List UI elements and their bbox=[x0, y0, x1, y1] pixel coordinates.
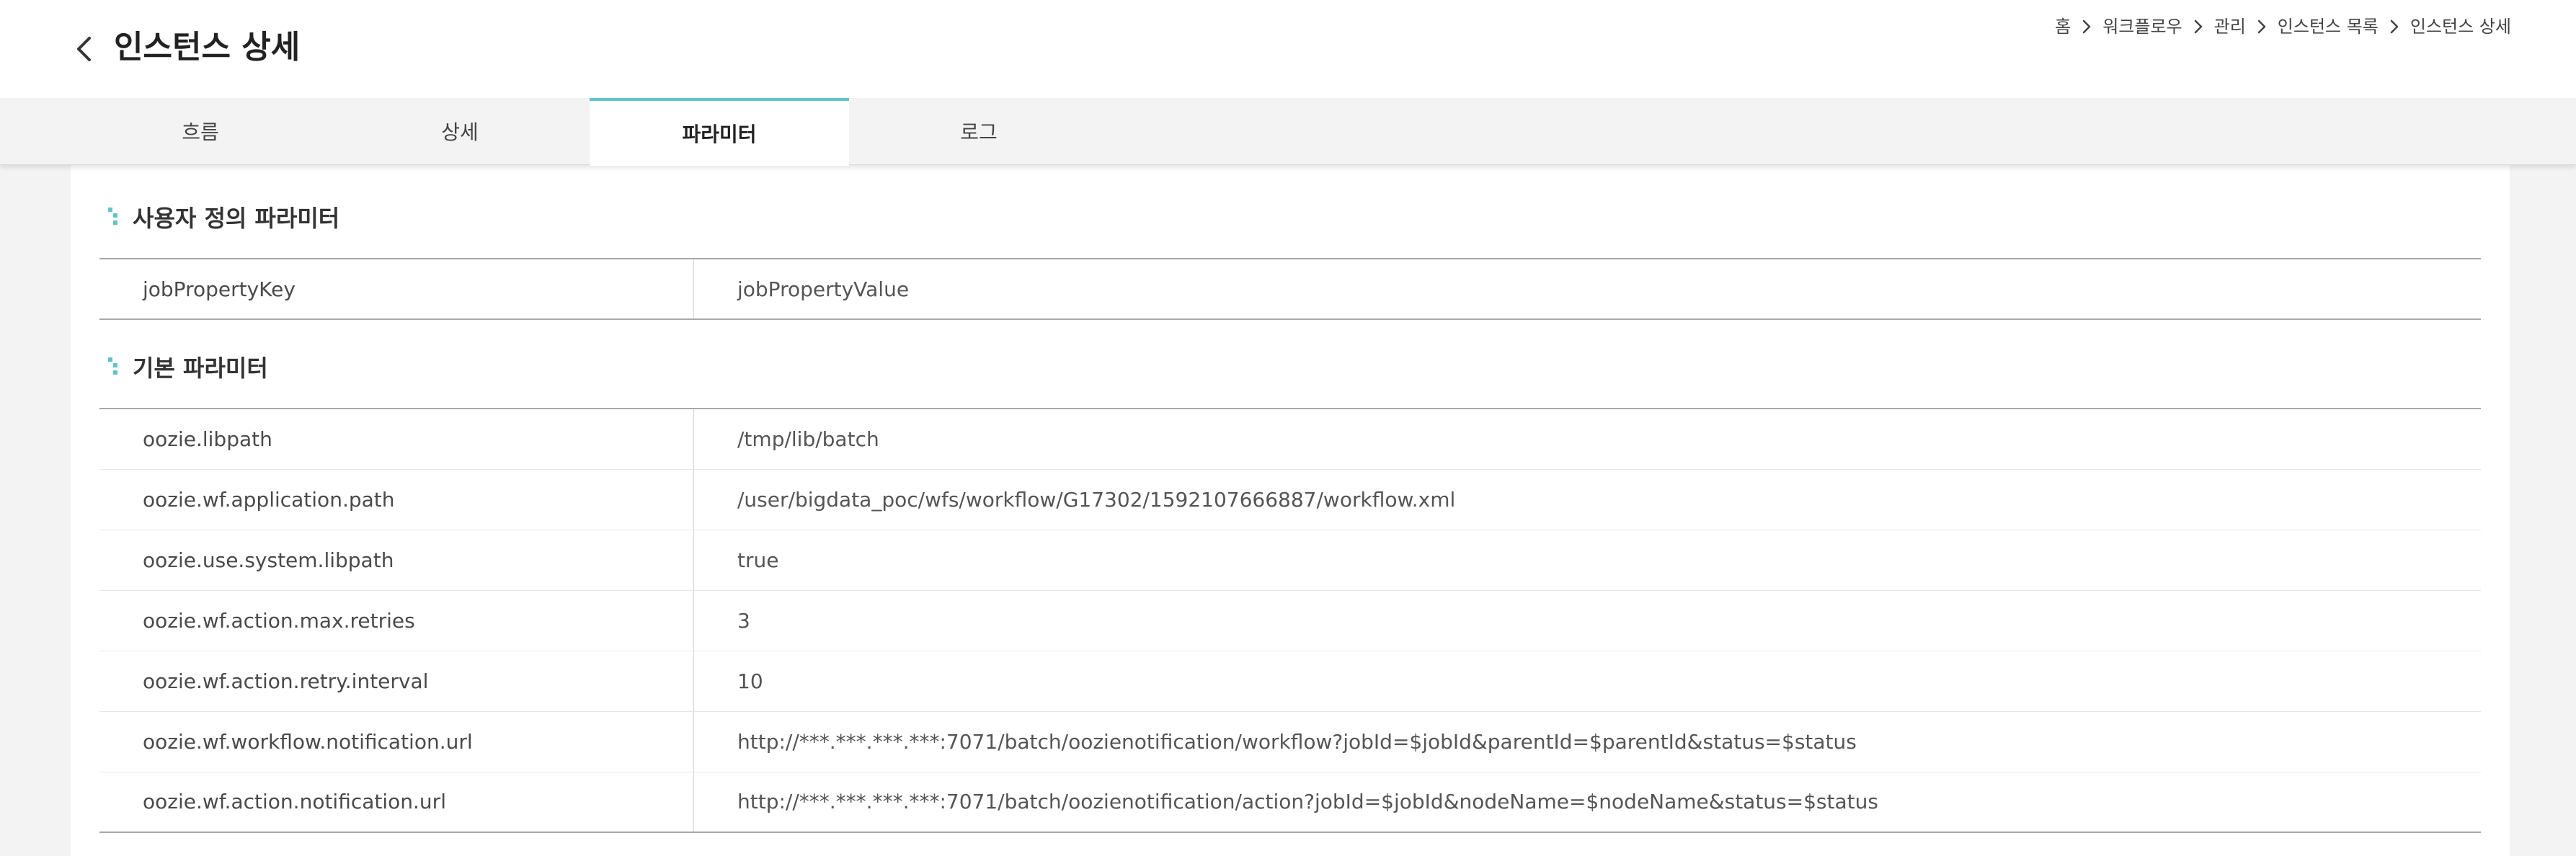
table-row: oozie.wf.workflow.notification.url http:… bbox=[99, 711, 2481, 772]
param-value: http://***.***.***.***:7071/batch/oozien… bbox=[737, 790, 1878, 814]
param-value: /tmp/lib/batch bbox=[693, 409, 2481, 470]
param-value: jobPropertyValue bbox=[737, 277, 910, 301]
tab-detail[interactable]: 상세 bbox=[330, 98, 590, 164]
table-row: oozie.wf.action.retry.interval 10 bbox=[99, 651, 2481, 712]
chevron-right-icon bbox=[2246, 14, 2278, 39]
user-params-section-title: 사용자 정의 파라미터 bbox=[107, 200, 339, 233]
breadcrumb-item-home[interactable]: 홈 bbox=[2055, 14, 2071, 39]
param-key: oozie.wf.application.path bbox=[99, 469, 694, 530]
page-title: 인스턴스 상세 bbox=[114, 29, 301, 66]
table-row: oozie.wf.action.max.retries 3 bbox=[99, 590, 2481, 651]
breadcrumb-item-manage[interactable]: 관리 bbox=[2214, 14, 2246, 39]
chevron-right-icon bbox=[2071, 14, 2102, 39]
param-value: http://***.***.***.***:7071/batch/oozien… bbox=[693, 711, 2481, 772]
param-key: oozie.wf.action.max.retries bbox=[99, 590, 694, 651]
tab-bar: 흐름 상세 파라미터 로그 bbox=[0, 98, 2576, 166]
tab-log[interactable]: 로그 bbox=[849, 98, 1109, 164]
section-bullet-icon bbox=[108, 208, 117, 225]
param-key: jobPropertyKey bbox=[99, 259, 694, 319]
section-bullet-icon bbox=[108, 357, 117, 375]
breadcrumb: 홈 워크플로우 관리 인스턴스 목록 인스턴스 상세 bbox=[2055, 14, 2511, 39]
parameters-panel: 사용자 정의 파라미터 jobPropertyKey jobPropertyVa… bbox=[71, 164, 2510, 856]
table-row: jobPropertyKey jobPropertyValue bbox=[99, 259, 2481, 319]
table-row: oozie.wf.application.path /user/bigdata_… bbox=[99, 469, 2481, 530]
param-value: 10 bbox=[693, 651, 2481, 712]
tab-parameters[interactable]: 파라미터 bbox=[590, 98, 849, 166]
chevron-right-icon bbox=[2379, 14, 2410, 39]
tab-flow[interactable]: 흐름 bbox=[71, 98, 330, 164]
param-key: oozie.use.system.libpath bbox=[99, 530, 694, 591]
param-value: /user/bigdata_poc/wfs/workflow/G17302/15… bbox=[693, 469, 2481, 530]
param-key: oozie.wf.action.notification.url bbox=[99, 772, 694, 832]
chevron-left-icon bbox=[77, 37, 91, 61]
basic-params-table: oozie.libpath /tmp/lib/batch oozie.wf.ap… bbox=[99, 408, 2481, 833]
param-key: oozie.libpath bbox=[99, 409, 694, 470]
param-key: oozie.wf.action.retry.interval bbox=[99, 651, 694, 712]
chevron-right-icon bbox=[2182, 14, 2214, 39]
back-button[interactable] bbox=[69, 33, 98, 65]
breadcrumb-item-instance-detail: 인스턴스 상세 bbox=[2410, 17, 2511, 37]
table-row: oozie.libpath /tmp/lib/batch bbox=[99, 409, 2481, 470]
user-params-title: 사용자 정의 파라미터 bbox=[133, 205, 340, 232]
basic-params-title: 기본 파라미터 bbox=[133, 355, 268, 382]
page-header: 인스턴스 상세 홈 워크플로우 관리 인스턴스 목록 인스턴스 상세 bbox=[0, 0, 2576, 98]
param-key: oozie.wf.workflow.notification.url bbox=[99, 711, 694, 772]
breadcrumb-item-instance-list[interactable]: 인스턴스 목록 bbox=[2278, 14, 2379, 39]
table-row: oozie.use.system.libpath true bbox=[99, 530, 2481, 591]
basic-params-section-title: 기본 파라미터 bbox=[107, 350, 268, 383]
user-params-table: jobPropertyKey jobPropertyValue bbox=[99, 258, 2481, 320]
breadcrumb-item-workflow[interactable]: 워크플로우 bbox=[2102, 14, 2182, 39]
table-row: oozie.wf.action.notification.url http://… bbox=[99, 772, 2481, 832]
param-value: true bbox=[693, 530, 2481, 591]
param-value: 3 bbox=[693, 590, 2481, 651]
